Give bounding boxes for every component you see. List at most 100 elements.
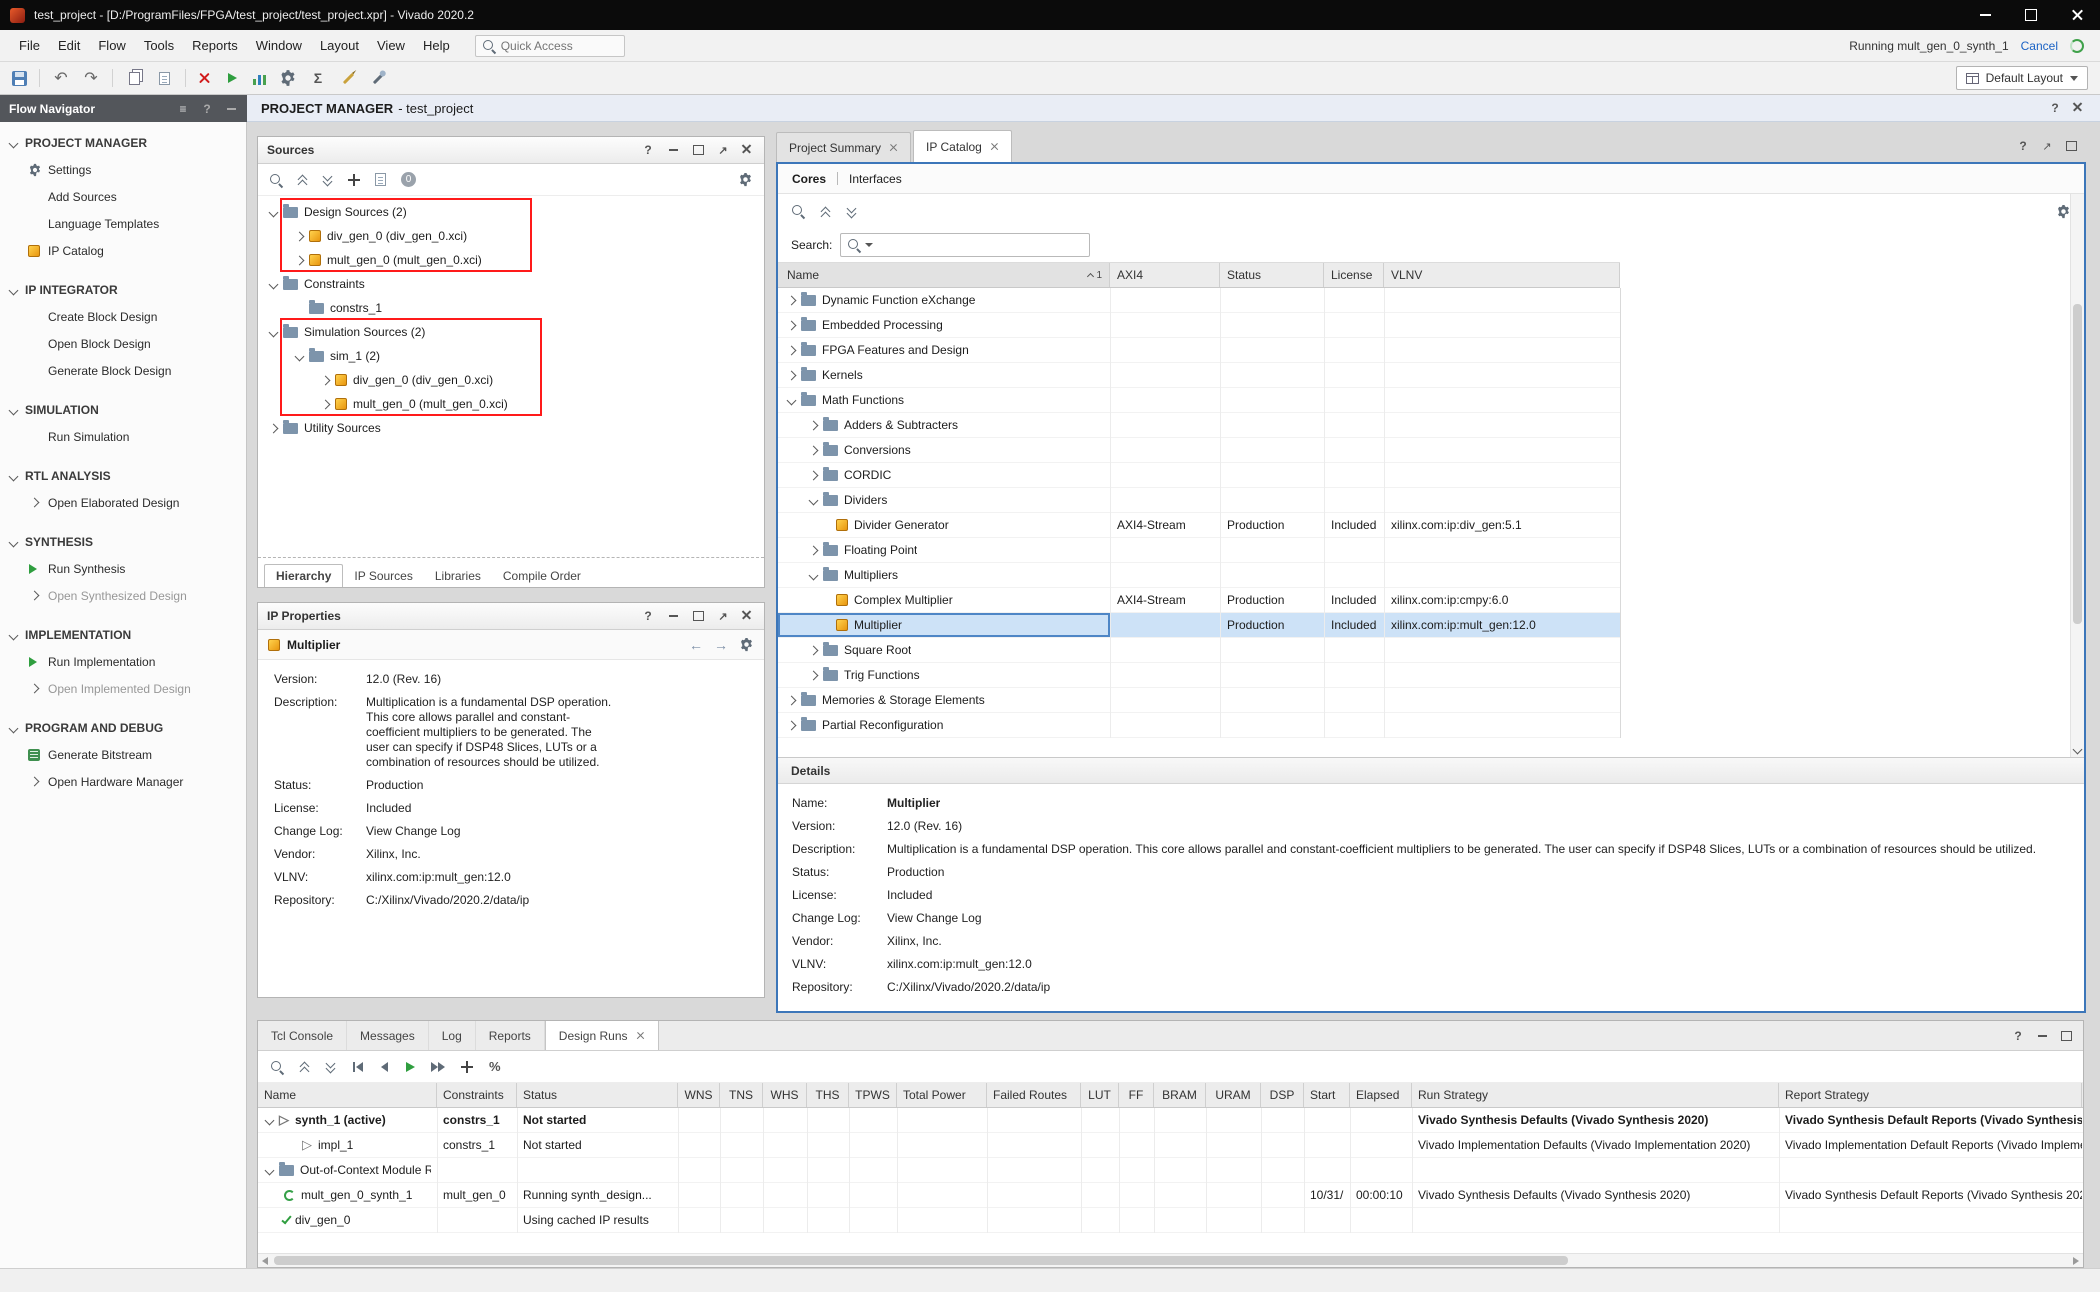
layout-selector[interactable]: Default Layout <box>1956 66 2088 90</box>
tab-ip-catalog[interactable]: IP Catalog <box>913 130 1012 162</box>
collapse-all-icon[interactable] <box>300 1060 310 1073</box>
column-header[interactable]: WHS <box>763 1083 807 1107</box>
chevron-down-icon[interactable] <box>9 471 19 481</box>
chevron-down-icon[interactable] <box>9 723 19 733</box>
chevron-right-icon[interactable] <box>787 720 797 730</box>
help-icon[interactable] <box>641 609 655 623</box>
help-icon[interactable] <box>641 143 655 157</box>
quick-access-search[interactable] <box>475 35 625 57</box>
sort-indicator[interactable]: 1 <box>1088 270 1102 281</box>
column-header-license[interactable]: License <box>1324 263 1384 287</box>
scroll-down-arrow[interactable] <box>2073 745 2083 755</box>
close-tab-icon[interactable] <box>889 143 898 152</box>
column-header[interactable]: LUT <box>1081 1083 1119 1107</box>
scrollbar-thumb[interactable] <box>274 1256 1568 1265</box>
settings-gear-button[interactable] <box>279 69 297 87</box>
close-window-button[interactable] <box>2054 0 2100 30</box>
tree-item-simulation-sources[interactable]: Simulation Sources (2) <box>258 320 764 344</box>
catalog-ip-row-multiplier-selected[interactable]: MultiplierProductionIncludedxilinx.com:i… <box>778 613 1620 638</box>
column-header[interactable]: DSP <box>1261 1083 1304 1107</box>
catalog-category-row-multipliers[interactable]: Multipliers <box>778 563 1620 588</box>
search-icon[interactable] <box>791 204 805 218</box>
sidebar-item-open-block-design[interactable]: Open Block Design <box>0 330 246 357</box>
chevron-right-icon[interactable] <box>787 695 797 705</box>
help-icon[interactable] <box>2016 139 2030 153</box>
help-icon[interactable] <box>200 102 214 116</box>
collapse-all-icon[interactable] <box>298 173 308 186</box>
column-header-vlnv[interactable]: VLNV <box>1384 263 1620 287</box>
status-link[interactable]: Production <box>366 778 423 793</box>
catalog-category-row[interactable]: Partial Reconfiguration <box>778 713 1620 738</box>
minimize-panel-icon[interactable] <box>2035 1029 2049 1043</box>
maximize-panel-icon[interactable] <box>691 143 705 157</box>
catalog-category-row[interactable]: Conversions <box>778 438 1620 463</box>
catalog-search-input[interactable] <box>877 238 1083 252</box>
catalog-category-row[interactable]: Kernels <box>778 363 1620 388</box>
column-header-axi4[interactable]: AXI4 <box>1110 263 1220 287</box>
catalog-ip-row-divider-generator[interactable]: Divider GeneratorAXI4-StreamProductionIn… <box>778 513 1620 538</box>
save-button[interactable] <box>12 71 27 86</box>
sidebar-item-open-implemented-design[interactable]: Open Implemented Design <box>0 675 246 702</box>
tab-libraries[interactable]: Libraries <box>424 564 492 587</box>
tab-design-runs[interactable]: Design Runs <box>545 1021 659 1050</box>
back-arrow-icon[interactable] <box>689 638 703 652</box>
chevron-right-icon[interactable] <box>787 370 797 380</box>
float-panel-icon[interactable] <box>716 609 730 623</box>
catalog-category-row-math-functions[interactable]: Math Functions <box>778 388 1620 413</box>
search-icon[interactable] <box>270 1060 284 1074</box>
tree-item-div-gen-0[interactable]: div_gen_0 (div_gen_0.xci) <box>258 224 764 248</box>
float-panel-icon[interactable] <box>2040 139 2054 153</box>
reset-runs-icon[interactable] <box>352 1061 364 1073</box>
sidebar-item-open-synthesized-design[interactable]: Open Synthesized Design <box>0 582 246 609</box>
design-run-group-out-of-context[interactable]: Out-of-Context Module Runs <box>258 1158 2083 1183</box>
chevron-right-icon[interactable] <box>809 545 819 555</box>
chevron-down-icon[interactable] <box>809 495 819 505</box>
file-properties-icon[interactable] <box>375 173 386 186</box>
sum-button[interactable] <box>309 69 327 87</box>
catalog-search-box[interactable] <box>840 233 1090 257</box>
settings-gear-icon[interactable] <box>2056 204 2071 219</box>
sidebar-item-generate-bitstream[interactable]: Generate Bitstream <box>0 741 246 768</box>
tree-item-constrs-1[interactable]: constrs_1 <box>258 296 764 320</box>
help-icon[interactable] <box>2048 101 2062 115</box>
expand-all-icon[interactable] <box>323 173 333 186</box>
chevron-right-icon[interactable] <box>787 345 797 355</box>
help-icon[interactable] <box>2011 1029 2025 1043</box>
chevron-right-icon[interactable] <box>295 255 305 265</box>
scrollbar-thumb[interactable] <box>2073 304 2082 624</box>
section-header-ip-integrator[interactable]: IP INTEGRATOR <box>0 277 246 303</box>
sidebar-item-run-implementation[interactable]: Run Implementation <box>0 648 246 675</box>
catalog-ip-row-complex-multiplier[interactable]: Complex MultiplierAXI4-StreamProductionI… <box>778 588 1620 613</box>
column-header[interactable]: TNS <box>720 1083 763 1107</box>
status-link[interactable]: Production <box>887 865 944 880</box>
catalog-category-row[interactable]: CORDIC <box>778 463 1620 488</box>
chevron-right-icon[interactable] <box>30 591 40 601</box>
tab-cores[interactable]: Cores <box>792 172 826 186</box>
collapse-sidebar-icon[interactable] <box>224 102 238 116</box>
column-header[interactable]: Start <box>1304 1083 1350 1107</box>
sidebar-item-create-block-design[interactable]: Create Block Design <box>0 303 246 330</box>
design-run-row-impl-1[interactable]: impl_1 constrs_1 Not started Vivado Impl… <box>258 1133 2083 1158</box>
sidebar-item-open-elaborated-design[interactable]: Open Elaborated Design <box>0 489 246 516</box>
cancel-run-link[interactable]: Cancel <box>2021 39 2058 53</box>
section-header-synthesis[interactable]: SYNTHESIS <box>0 529 246 555</box>
tab-ip-sources[interactable]: IP Sources <box>343 564 423 587</box>
redo-button[interactable] <box>82 69 100 87</box>
undo-button[interactable] <box>52 69 70 87</box>
catalog-category-row[interactable]: Trig Functions <box>778 663 1620 688</box>
float-panel-icon[interactable] <box>716 143 730 157</box>
column-header[interactable]: Report Strategy <box>1779 1083 2082 1107</box>
chevron-down-icon[interactable] <box>9 285 19 295</box>
menu-tools[interactable]: Tools <box>135 38 183 53</box>
close-tab-icon[interactable] <box>990 142 999 151</box>
catalog-category-row[interactable]: Memories & Storage Elements <box>778 688 1620 713</box>
column-header-name[interactable]: Name1 <box>778 263 1110 287</box>
sidebar-item-run-synthesis[interactable]: Run Synthesis <box>0 555 246 582</box>
chevron-right-icon[interactable] <box>295 231 305 241</box>
close-tab-icon[interactable] <box>636 1031 645 1040</box>
design-run-row-synth-1[interactable]: synth_1 (active) constrs_1 Not started V… <box>258 1108 2083 1133</box>
chevron-down-icon[interactable] <box>9 630 19 640</box>
sidebar-item-ip-catalog[interactable]: IP Catalog <box>0 237 246 264</box>
tree-item-design-sources[interactable]: Design Sources (2) <box>258 200 764 224</box>
maximize-panel-icon[interactable] <box>2064 139 2078 153</box>
